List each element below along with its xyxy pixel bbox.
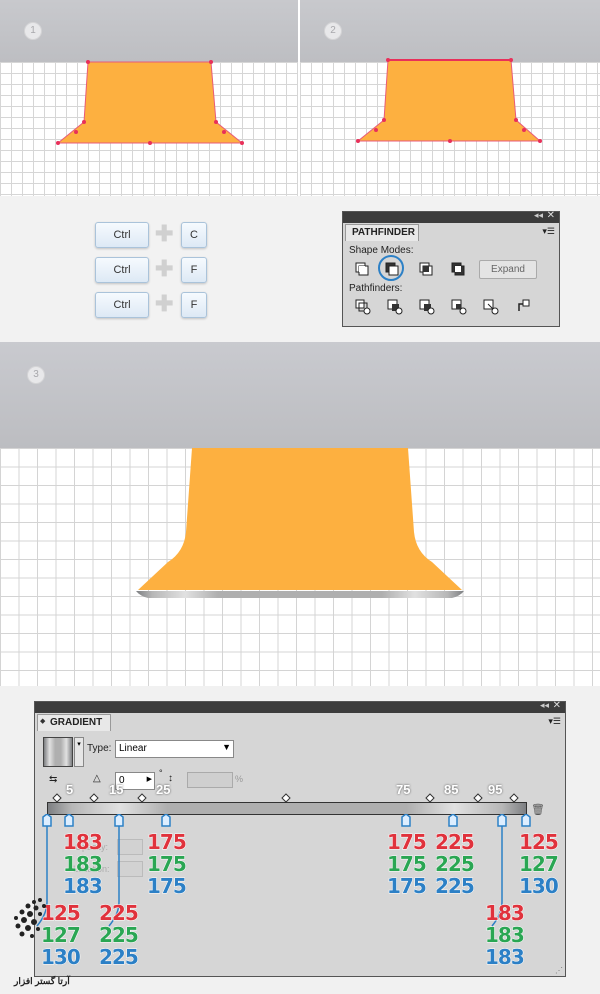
close-icon[interactable]: ✕: [547, 210, 555, 221]
expand-button[interactable]: Expand: [479, 260, 537, 279]
watermark-dots-icon: [14, 898, 46, 938]
stop-green-value: 225: [435, 852, 476, 877]
divide-icon[interactable]: [355, 299, 371, 315]
angle-icon: △: [93, 773, 101, 784]
gradient-panel: ◂◂ ✕ GRADIENT ◆ ▾☰ ▾ Type: Linear ▼ ⇆ △ …: [34, 700, 566, 977]
trim-icon[interactable]: [387, 299, 403, 315]
f-key: F: [181, 292, 207, 318]
stop-position-label: 5: [66, 782, 74, 797]
tab-arrows-icon: ◆: [40, 718, 46, 725]
stop-green-value: 225: [99, 923, 140, 948]
swatch-dropdown-icon[interactable]: ▾: [74, 737, 84, 767]
angle-dropdown-icon: ▶: [146, 776, 152, 783]
step-2-canvas: 2: [300, 0, 600, 196]
stop-green-value: 175: [147, 852, 188, 877]
stop-position-label: 95: [488, 782, 503, 797]
reverse-gradient-icon[interactable]: ⇆: [49, 774, 63, 788]
pathfinders-label: Pathfinders:: [349, 283, 403, 294]
panel-topbar: ◂◂ ✕: [343, 210, 559, 223]
stop-blue-value: 175: [147, 874, 188, 899]
orange-shape: [56, 60, 244, 145]
stop-red-value: 183: [485, 901, 526, 926]
watermark-text: آرتا گستر افزار: [14, 976, 70, 986]
c-key: C: [181, 222, 207, 248]
orange-shape: [356, 58, 542, 143]
step-1-canvas: 1: [0, 0, 298, 196]
type-select[interactable]: Linear ▼: [115, 740, 234, 758]
panel-tab[interactable]: GRADIENT ◆: [37, 714, 111, 731]
step-3-canvas: 3: [0, 342, 600, 686]
panel-tab[interactable]: PATHFINDER: [345, 224, 419, 241]
stop-green-value: 183: [63, 852, 104, 877]
type-select-value: Linear: [119, 743, 147, 754]
panel-topbar: ◂◂ ✕: [35, 700, 565, 713]
unite-icon[interactable]: [355, 262, 369, 276]
stop-position-label: 85: [444, 782, 459, 797]
stop-red-value: 225: [435, 830, 476, 855]
ctrl-key: Ctrl: [95, 292, 149, 318]
stop-red-value: 125: [519, 830, 560, 855]
f-key: F: [181, 257, 207, 283]
percent-sign: %: [235, 774, 244, 784]
ctrl-key: Ctrl: [95, 222, 149, 248]
resize-grip-icon[interactable]: ⋰: [555, 966, 563, 975]
panel-menu-icon[interactable]: ▾☰: [548, 716, 561, 727]
minus-back-icon[interactable]: [515, 299, 531, 315]
shape-modes-label: Shape Modes:: [349, 245, 414, 256]
merge-icon[interactable]: [419, 299, 435, 315]
panel-title: GRADIENT: [50, 717, 103, 728]
plus-icon: ✚: [155, 221, 174, 246]
ctrl-key: Ctrl: [95, 257, 149, 283]
stop-green-value: 127: [519, 852, 560, 877]
close-icon[interactable]: ✕: [553, 700, 561, 711]
stop-blue-value: 183: [485, 945, 526, 970]
type-label: Type:: [87, 743, 112, 754]
stop-red-value: 183: [63, 830, 104, 855]
degree-sign: °: [159, 768, 163, 778]
plus-icon: ✚: [155, 291, 174, 316]
watermark-logo: آرتا گستر افزار: [8, 896, 92, 992]
gradient-preview-swatch[interactable]: [43, 737, 73, 767]
stop-red-value: 225: [99, 901, 140, 926]
pathfinder-panel: ◂◂ ✕ PATHFINDER ▾☰ Shape Modes: Expand P…: [342, 210, 560, 327]
outline-icon[interactable]: [483, 299, 499, 315]
exclude-icon[interactable]: [451, 262, 465, 276]
chevron-down-icon: ▼: [222, 742, 231, 752]
stop-position-label: 15: [109, 782, 124, 797]
stop-green-value: 183: [485, 923, 526, 948]
stop-blue-value: 225: [99, 945, 140, 970]
intersect-icon[interactable]: [419, 262, 433, 276]
stop-position-label: 25: [156, 782, 171, 797]
stop-blue-value: 175: [387, 874, 428, 899]
stop-position-label: 75: [396, 782, 411, 797]
orange-shape: [136, 448, 464, 598]
collapse-icon[interactable]: ◂◂: [540, 700, 549, 711]
stop-red-value: 175: [147, 830, 188, 855]
crop-icon[interactable]: [451, 299, 467, 315]
stop-blue-value: 130: [519, 874, 560, 899]
aspect-ratio-input: [187, 772, 233, 788]
stop-red-value: 175: [387, 830, 428, 855]
panel-title: PATHFINDER: [352, 227, 415, 238]
stop-blue-value: 225: [435, 874, 476, 899]
stop-green-value: 175: [387, 852, 428, 877]
stop-blue-value: 183: [63, 874, 104, 899]
minus-front-icon[interactable]: [385, 262, 399, 276]
plus-icon: ✚: [155, 256, 174, 281]
panel-menu-icon[interactable]: ▾☰: [542, 226, 555, 237]
collapse-icon[interactable]: ◂◂: [534, 210, 543, 221]
